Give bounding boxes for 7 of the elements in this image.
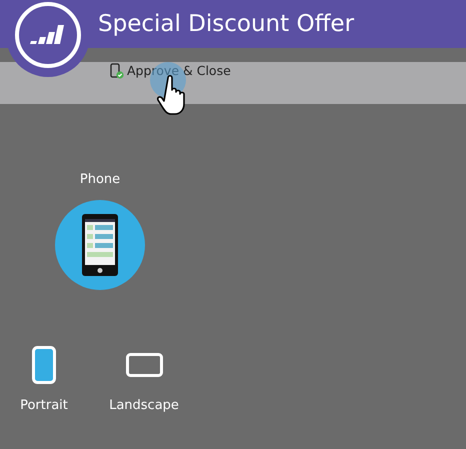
approve-button[interactable]: Approve & Close — [110, 62, 231, 81]
orientation-option[interactable]: Landscape — [94, 346, 194, 415]
device-label: Phone — [80, 171, 120, 189]
phone-check-icon — [110, 63, 124, 80]
orientation-option[interactable]: Portrait — [0, 346, 94, 415]
page-title: Special Discount Offer — [98, 10, 356, 39]
phone-icon — [82, 214, 118, 276]
